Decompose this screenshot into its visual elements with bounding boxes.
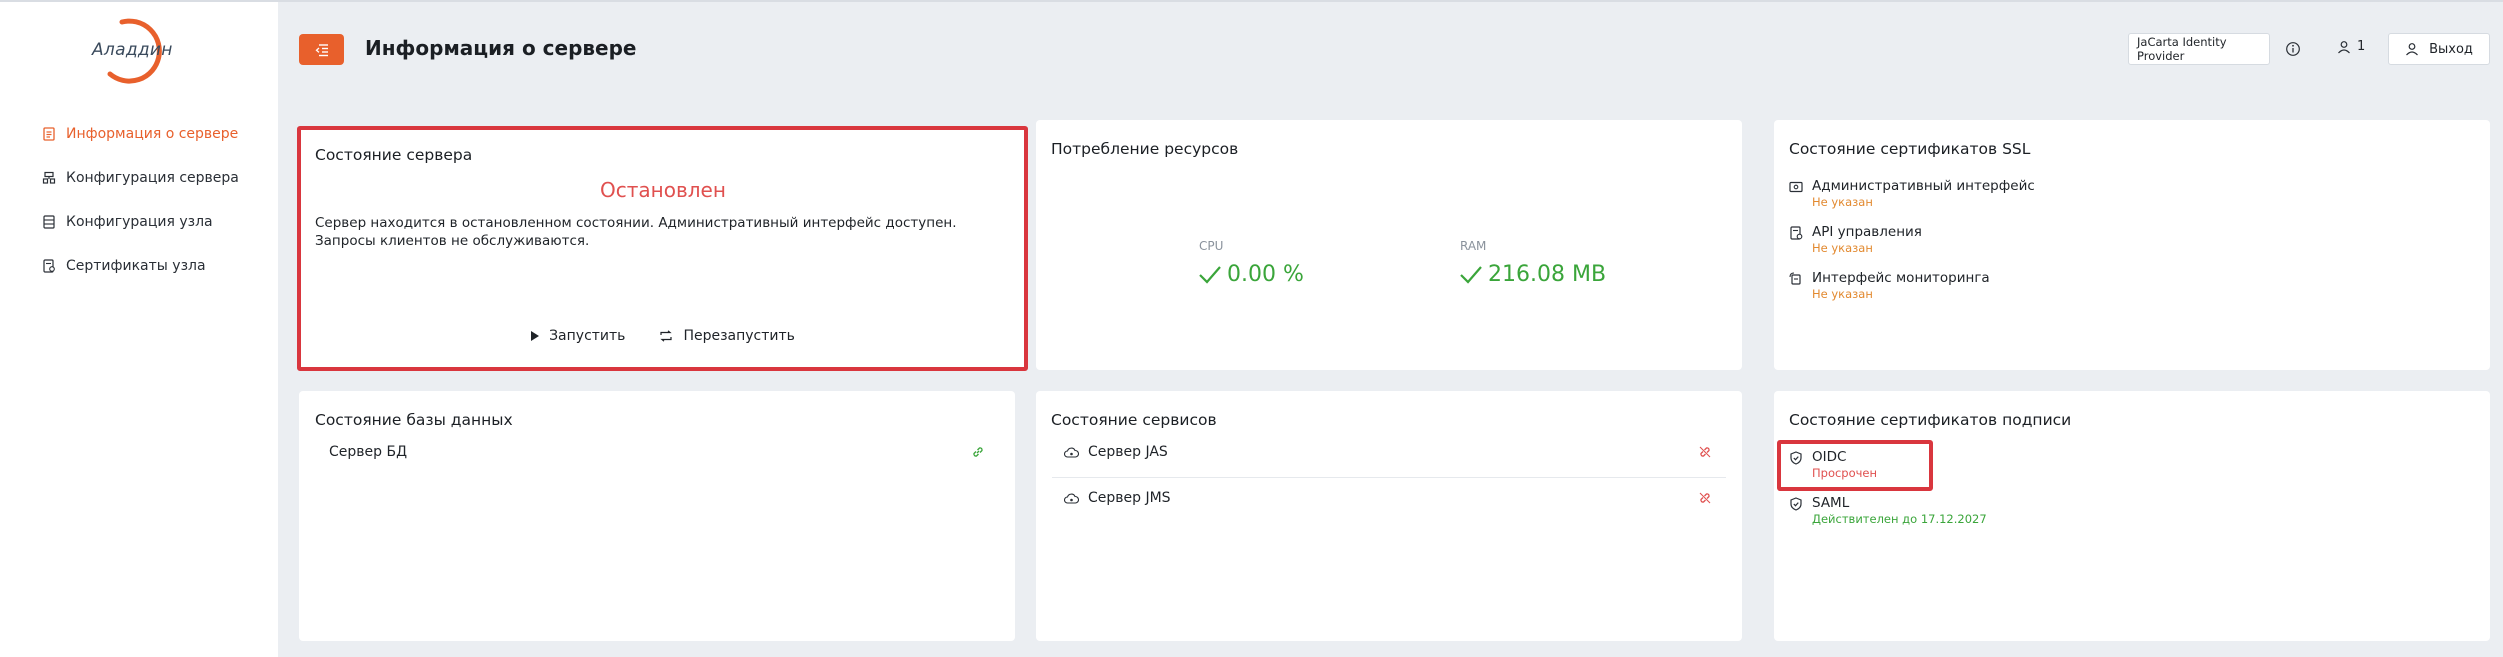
server-status: Остановлен [600,178,726,202]
link-broken-icon [1699,446,1711,458]
shield-check-icon [1790,497,1802,511]
document-info-icon [42,127,56,141]
monitoring-icon [1789,272,1801,285]
check-icon [1199,265,1221,284]
page-title: Информация о сервере [365,36,637,60]
cpu-value: 0.00 % [1199,262,1304,287]
link-broken-icon [1699,492,1711,504]
menu-toggle-button[interactable] [299,34,344,65]
service-row-jms: Сервер JMS [1052,475,1726,521]
top-border [0,0,2503,2]
service-name: Сервер JAS [1088,444,1168,460]
service-name: Сервер JMS [1088,490,1171,506]
database-card: Состояние базы данных Сервер БД [299,391,1015,641]
card-title: Состояние сертификатов SSL [1789,140,2031,158]
restart-label: Перезапустить [683,328,795,344]
server-state-card: Состояние сервера Остановлен Сервер нахо… [299,126,1027,370]
ram-label: RAM [1460,239,1487,253]
provider-name: JaCarta Identity Provider [2137,35,2227,63]
admin-interface-icon [1789,181,1803,193]
cloud-service-icon [1064,493,1079,504]
signing-cert-oidc: OIDC Просрочен [1789,449,1877,481]
node-certificate-icon [42,259,56,273]
start-label: Запустить [549,328,626,344]
restart-icon [660,330,673,342]
cpu-label: CPU [1199,239,1224,253]
cloud-service-icon [1064,447,1079,458]
cert-status: Действителен до 17.12.2027 [1812,512,1987,526]
card-title: Состояние базы данных [315,411,513,429]
card-title: Состояние сервера [315,146,473,164]
ssl-cert-api: API управления Не указан [1789,224,1922,256]
cert-status: Не указан [1812,241,1873,255]
menu-icon [315,43,328,56]
sidebar-item-label: Сертификаты узла [66,258,206,274]
logo-text: Аладдин [92,40,173,60]
cert-status: Не указан [1812,287,1873,301]
aladdin-logo: Аладдин [88,14,188,88]
ram-value: 216.08 MB [1460,262,1606,287]
sidebar-item-label: Конфигурация узла [66,214,213,230]
sidebar-item-label: Информация о сервере [66,126,239,142]
node-config-icon [42,215,56,229]
cert-name: Интерфейс мониторинга [1812,270,1990,286]
sidebar: Аладдин Информация о сервере Конфигураци… [0,2,278,657]
active-users[interactable]: 1 [2337,39,2365,54]
shield-check-icon [1790,451,1802,465]
user-icon [2406,43,2419,56]
ssl-cert-monitoring: Интерфейс мониторинга Не указан [1789,270,1990,302]
user-icon [2338,40,2350,53]
sidebar-item-server-config[interactable]: Конфигурация сервера [0,156,278,200]
ssl-certificates-card: Состояние сертификатов SSL Административ… [1774,120,2490,370]
cert-name: SAML [1812,495,1850,511]
card-title: Состояние сертификатов подписи [1789,411,2072,429]
services-card: Состояние сервисов Сервер JAS Сервер JMS [1036,391,1742,641]
sidebar-item-label: Конфигурация сервера [66,170,239,186]
sidebar-nav: Информация о сервере Конфигурация сервер… [0,112,278,288]
start-button[interactable]: Запустить [531,328,625,344]
cpu-value-text: 0.00 % [1227,262,1304,287]
signing-cert-saml: SAML Действителен до 17.12.2027 [1789,495,1987,527]
resources-card: Потребление ресурсов CPU 0.00 % RAM 216.… [1036,120,1742,370]
card-title: Потребление ресурсов [1051,140,1239,158]
check-icon [1460,265,1482,284]
ssl-cert-admin-interface: Административный интерфейс Не указан [1789,178,2035,210]
signing-certificates-card: Состояние сертификатов подписи OIDC Прос… [1774,391,2490,641]
info-icon[interactable] [2285,41,2301,57]
db-server-row: Сервер БД [315,429,999,475]
cert-name: Административный интерфейс [1812,178,2035,194]
cert-status: Просрочен [1812,466,1878,480]
cert-status: Не указан [1812,195,1873,209]
sidebar-item-node-certificates[interactable]: Сертификаты узла [0,244,278,288]
card-title: Состояние сервисов [1051,411,1217,429]
restart-button[interactable]: Перезапустить [659,328,795,344]
cert-name: OIDC [1812,449,1847,465]
play-icon [531,331,540,341]
service-row-jas: Сервер JAS [1052,429,1726,475]
server-status-description: Сервер находится в остановленном состоян… [315,215,957,249]
sidebar-item-server-info[interactable]: Информация о сервере [0,112,278,156]
api-icon [1790,226,1803,240]
provider-selector[interactable]: JaCarta Identity Provider [2128,33,2270,65]
logout-button[interactable]: Выход [2388,33,2490,65]
cert-name: API управления [1812,224,1922,240]
ram-value-text: 216.08 MB [1488,262,1607,287]
db-server-name: Сервер БД [329,444,408,460]
link-connected-icon [973,447,983,457]
sidebar-item-node-config[interactable]: Конфигурация узла [0,200,278,244]
logout-label: Выход [2429,41,2473,57]
user-count-value: 1 [2357,39,2366,54]
server-actions: Запустить Перезапустить [299,328,1027,344]
server-config-icon [42,171,56,185]
